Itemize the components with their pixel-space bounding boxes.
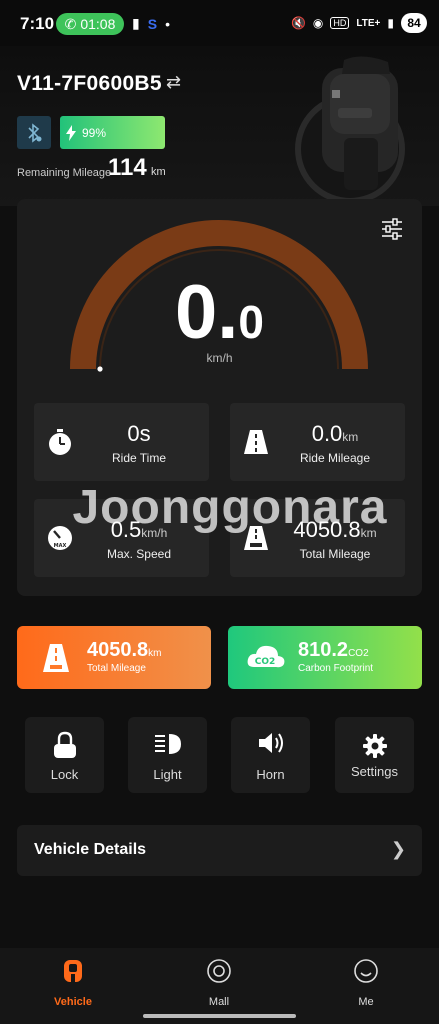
lock-icon: [53, 731, 76, 758]
call-pill[interactable]: ✆ 01:08: [56, 13, 124, 35]
speed-decimal: 0: [238, 296, 264, 348]
switch-vehicle-icon[interactable]: ⇄: [166, 72, 181, 93]
gear-icon: [362, 734, 387, 758]
vehicle-details-label: Vehicle Details: [34, 841, 147, 858]
speed-unit: km/h: [206, 351, 233, 365]
headlight-icon: [154, 734, 181, 754]
max-speed-value: 0.5: [110, 517, 142, 542]
total-mileage-value: 4050.8: [293, 517, 361, 542]
max-speed-unit: km/h: [141, 526, 168, 540]
co2-icon-text: CO2: [255, 657, 276, 667]
light-label: Light: [153, 767, 182, 782]
remaining-mileage-unit: km: [151, 166, 166, 178]
total-mileage-card[interactable]: 4050.8km Total Mileage: [17, 626, 211, 689]
bluetooth-button[interactable]: [17, 116, 51, 149]
notification-icons: ▮ S •: [132, 15, 170, 32]
ride-mileage-value: 0.0: [311, 421, 343, 446]
remaining-mileage-label: Remaining Mileage: [17, 167, 112, 179]
speedometer-icon: MAX: [48, 526, 72, 550]
lock-button[interactable]: Lock: [25, 717, 104, 793]
battery-percent: 99%: [82, 125, 107, 140]
call-timer: 01:08: [80, 16, 116, 32]
settings-button[interactable]: Settings: [335, 717, 414, 793]
mall-icon: [207, 959, 231, 983]
road-odometer-icon: [244, 526, 268, 550]
bottom-nav: Vehicle Mall Me: [0, 948, 439, 1024]
speed-integer: 0.: [175, 270, 239, 355]
stat-ride-time: 0s Ride Time: [34, 403, 209, 481]
hd-icon: HD: [330, 17, 350, 29]
summary-carbon-unit: CO2: [348, 648, 369, 659]
lock-label: Lock: [50, 767, 79, 782]
gesture-bar[interactable]: [143, 1014, 296, 1018]
summary-carbon-label: Carbon Footprint: [298, 663, 374, 674]
nav-mall[interactable]: Mall: [169, 958, 269, 1008]
ride-mileage-label: Ride Mileage: [299, 451, 371, 465]
network-type: LTE+: [356, 17, 381, 29]
summary-mileage-label: Total Mileage: [87, 663, 146, 674]
phone-icon: ✆: [64, 15, 77, 32]
nav-me[interactable]: Me: [316, 958, 416, 1008]
battery-indicator: 84: [401, 13, 427, 33]
nav-me-label: Me: [358, 996, 374, 1008]
nav-mall-label: Mall: [208, 996, 230, 1008]
horn-icon: [258, 733, 283, 753]
co2-cloud-icon: CO2: [247, 645, 285, 668]
carbon-footprint-card[interactable]: CO2 810.2CO2 Carbon Footprint: [228, 626, 422, 689]
stat-ride-mileage: 0.0km Ride Mileage: [230, 403, 405, 481]
stopwatch-icon: [49, 429, 71, 455]
chevron-right-icon: ❯: [390, 839, 406, 859]
me-icon: [354, 959, 378, 983]
ride-time-value: 0s: [127, 421, 151, 446]
nav-vehicle[interactable]: Vehicle: [23, 958, 123, 1008]
bluetooth-icon: [28, 122, 42, 143]
vehicle-name[interactable]: V11-7F0600B5: [17, 72, 162, 96]
stat-total-mileage: 4050.8km Total Mileage: [230, 499, 405, 577]
road-icon: [244, 430, 268, 454]
status-bar: 7:10 ✆ 01:08 ▮ S • 🔇 ◉ HD LTE+ ▮ 84: [0, 0, 439, 46]
nav-vehicle-label: Vehicle: [54, 996, 92, 1008]
vehicle-icon: [64, 960, 82, 982]
status-time: 7:10: [20, 14, 55, 33]
dot-icon: •: [165, 15, 170, 32]
summary-carbon-value: 810.2: [298, 639, 349, 661]
battery-bar: 99%: [60, 116, 165, 149]
speed-value: 0.0: [17, 275, 422, 351]
mute-icon: 🔇: [290, 16, 306, 30]
lightning-icon: [66, 124, 76, 141]
location-icon: ◉: [312, 16, 324, 30]
ride-mileage-unit: km: [342, 430, 359, 444]
ride-time-label: Ride Time: [111, 451, 167, 465]
s-app-icon: S: [147, 15, 158, 32]
summary-mileage-value: 4050.8: [87, 639, 149, 661]
unicycle-image: [295, 56, 405, 204]
signal-bars-icon: ▮: [132, 15, 140, 31]
summary-mileage-unit: km: [148, 648, 162, 659]
gauge-needle-dot: [97, 366, 103, 372]
vehicle-details-row[interactable]: Vehicle Details ❯: [17, 825, 422, 876]
svg-text:MAX: MAX: [54, 543, 67, 549]
speed-card: 0.0 km/h 0s Ride Time 0.0km Ride Mileage…: [17, 199, 422, 596]
horn-label: Horn: [256, 767, 285, 782]
settings-label: Settings: [351, 764, 398, 779]
max-speed-label: Max. Speed: [106, 547, 172, 561]
cell-signal-icon: ▮: [387, 16, 394, 30]
light-button[interactable]: Light: [128, 717, 207, 793]
vehicle-header: V11-7F0600B5 ⇄ 99% Remaining Mileage 114…: [0, 46, 439, 206]
stat-max-speed: MAX 0.5km/h Max. Speed: [34, 499, 209, 577]
road-icon: [43, 644, 69, 672]
total-mileage-unit: km: [360, 526, 377, 540]
total-mileage-label: Total Mileage: [299, 547, 371, 561]
horn-button[interactable]: Horn: [231, 717, 310, 793]
remaining-mileage-value: 114: [108, 154, 147, 181]
system-icons: 🔇 ◉ HD LTE+ ▮ 84: [291, 13, 427, 33]
